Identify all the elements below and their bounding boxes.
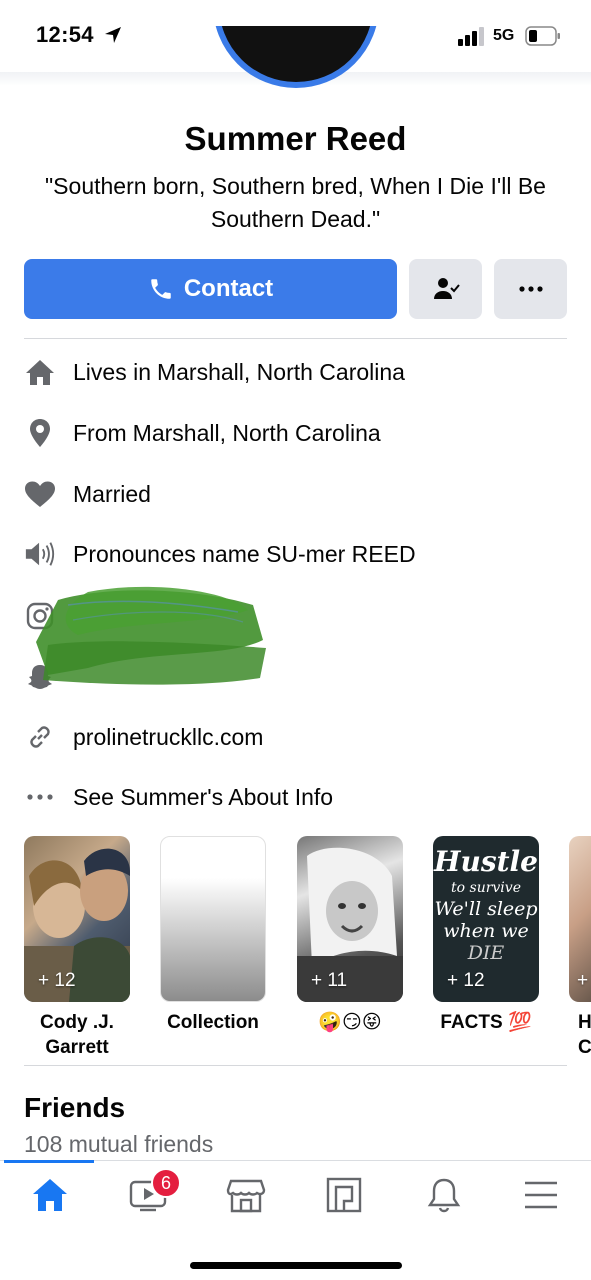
website-link: prolinetruckllc.com: [73, 723, 264, 750]
contact-button[interactable]: Contact: [24, 259, 397, 319]
from-prefix: From: [73, 419, 127, 446]
mutual-friends-link[interactable]: 108 mutual friends: [24, 1131, 213, 1158]
highlight-label: H C: [578, 1012, 591, 1058]
see-about-info-link[interactable]: See Summer's About Info: [24, 777, 333, 817]
friend-check-icon: [433, 278, 460, 299]
highlight-label: Cody .J. Garrett: [40, 1012, 114, 1058]
location-pin-icon: [24, 417, 56, 449]
home-icon: [24, 356, 56, 388]
highlight-card[interactable]: + 11: [297, 836, 403, 1002]
redaction-scribble: [36, 586, 266, 685]
signal-icon: [458, 27, 484, 46]
more-dots-icon: [518, 286, 543, 292]
info-lives-in: Lives in Marshall, North Carolina: [24, 352, 405, 392]
highlight-label: FACTS 💯: [440, 1012, 532, 1033]
link-icon: [24, 721, 56, 753]
highlight-label: Collection: [167, 1012, 259, 1033]
contact-label: Contact: [183, 275, 274, 302]
highlight-count: +: [577, 970, 589, 991]
pages-icon: [326, 1177, 362, 1213]
speaker-icon: [24, 538, 56, 570]
phone-icon: [151, 279, 171, 299]
about-link-label: See Summer's About Info: [73, 783, 334, 810]
highlight-label: 🤪😏😝: [318, 1012, 382, 1033]
battery-icon: [525, 26, 560, 46]
menu-icon: [525, 1181, 557, 1209]
highlight-count: + 11: [311, 970, 348, 991]
tab-pages[interactable]: [314, 1172, 374, 1218]
relationship-status: Married: [73, 480, 151, 507]
profile-bio: "Southern born, Southern bred, When I Di…: [45, 173, 546, 232]
bell-icon: [427, 1178, 461, 1213]
more-options-button[interactable]: [494, 259, 567, 319]
profile-picture[interactable]: [213, 26, 379, 88]
highlight-card[interactable]: Hustle to survive We'll sleep when we DI…: [433, 836, 539, 1002]
friends-status-button[interactable]: [409, 259, 482, 319]
lives-place[interactable]: Marshall, North Carolina: [157, 359, 405, 386]
highlight-art-text: Hustle to survive We'll sleep when we DI…: [434, 845, 538, 965]
highlight-card[interactable]: [160, 836, 266, 1002]
info-relationship: Married: [24, 474, 151, 514]
status-time: 12:54: [36, 22, 94, 47]
network-type: 5G: [493, 27, 515, 44]
profile-name: Summer Reed: [184, 120, 407, 157]
highlight-count: + 12: [38, 970, 76, 991]
tab-marketplace[interactable]: [216, 1172, 276, 1218]
home-indicator: [190, 1262, 402, 1269]
tab-menu[interactable]: [511, 1172, 571, 1218]
highlight-count: + 12: [447, 970, 485, 991]
location-arrow-icon: [105, 27, 121, 43]
lives-prefix: Lives in: [73, 358, 151, 385]
tab-notifications[interactable]: [414, 1172, 474, 1218]
more-dots-icon: [24, 781, 56, 813]
marketplace-icon: [226, 1179, 266, 1213]
info-website[interactable]: prolinetruckllc.com: [24, 717, 263, 757]
tab-home[interactable]: [20, 1172, 80, 1218]
pronunciation-text: Pronounces name SU-mer REED: [73, 540, 416, 567]
highlight-card[interactable]: +: [569, 836, 591, 1002]
highlight-card[interactable]: + 12: [24, 836, 130, 1002]
from-place[interactable]: Marshall, North Carolina: [133, 420, 381, 447]
info-from: From Marshall, North Carolina: [24, 413, 381, 453]
home-icon: [33, 1179, 67, 1211]
divider: [24, 338, 567, 339]
watch-badge: 6: [151, 1168, 181, 1198]
info-pronunciation[interactable]: Pronounces name SU-mer REED: [24, 534, 416, 574]
active-tab-indicator: [4, 1160, 94, 1163]
friends-heading: Friends: [24, 1092, 126, 1123]
heart-icon: [24, 478, 56, 510]
divider: [24, 1065, 567, 1066]
